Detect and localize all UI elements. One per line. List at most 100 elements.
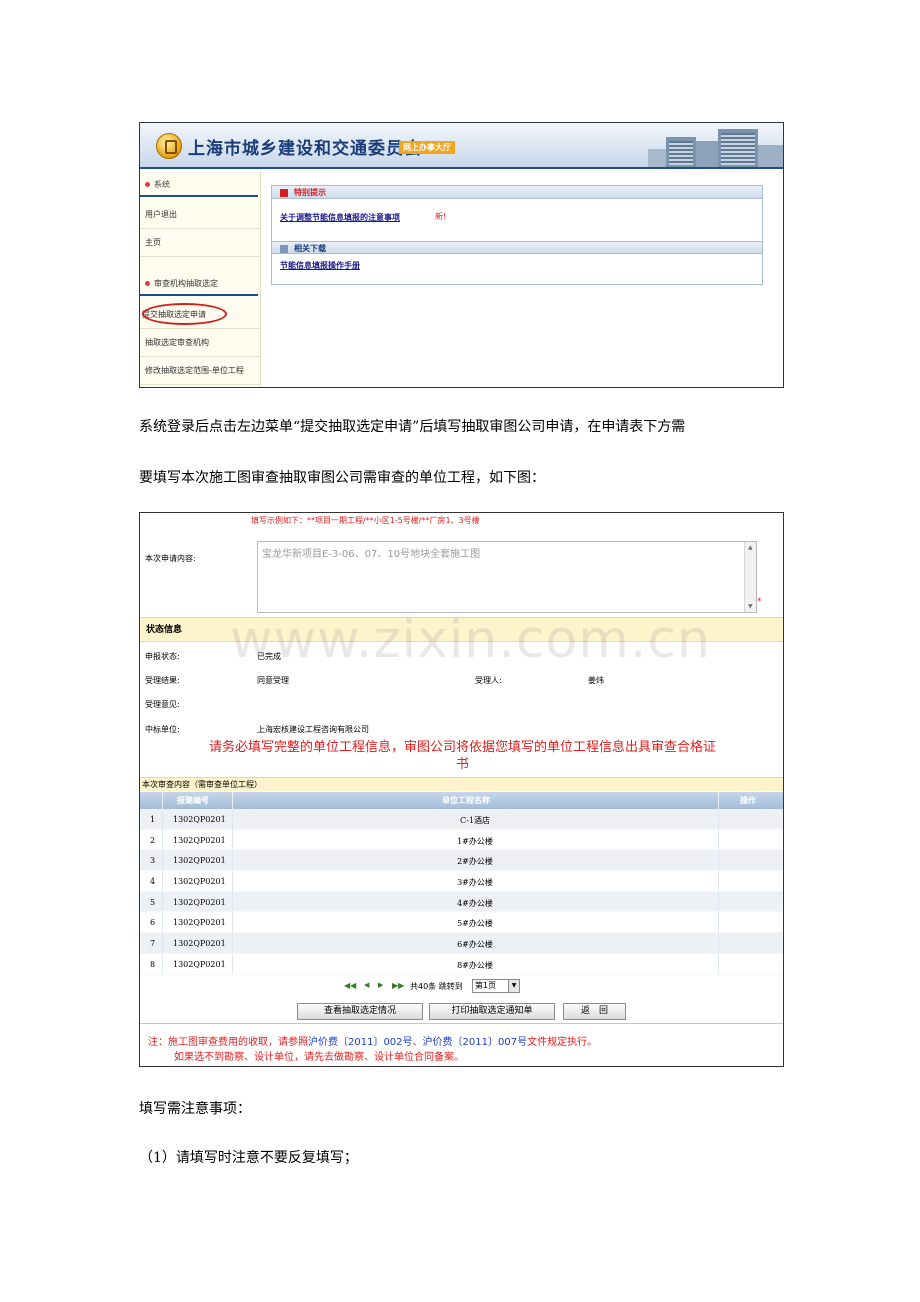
bullet-icon bbox=[145, 182, 150, 187]
paragraph-line: 要填写本次施工图审查抽取审图公司需审查的单位工程，如下图： bbox=[139, 470, 545, 486]
building-skyline-icon bbox=[648, 123, 783, 167]
row-unit-name: 4#办公楼 bbox=[457, 898, 493, 908]
emblem-icon bbox=[156, 133, 182, 159]
row-number: 1 bbox=[150, 815, 156, 824]
sidebar-item-modify-scope[interactable]: 修改抽取选定范围-单位工程 bbox=[140, 357, 261, 385]
bullet-icon bbox=[145, 281, 150, 286]
portal-badge: 网上办事大厅 bbox=[399, 141, 455, 154]
row-code: 1302QP0201 bbox=[173, 856, 226, 866]
opinion-label: 受理意见: bbox=[145, 700, 180, 709]
apply-content-textarea[interactable]: 宝龙华新项目E-3-06、07、10号地块全套施工图 ▲ ▼ bbox=[257, 541, 757, 613]
paragraph-line: 系统登录后点击左边菜单“提交抽取选定申请”后填写抽取审图公司申请，在申请表下方需 bbox=[139, 419, 686, 435]
last-page-icon[interactable]: ▶▶ bbox=[392, 981, 404, 990]
notice-panel-header: 特别提示 bbox=[272, 186, 762, 199]
status-section-title: 状态信息 bbox=[140, 617, 783, 642]
row-number: 5 bbox=[150, 897, 156, 907]
row-code: 1302QP0201 bbox=[173, 939, 226, 949]
warning-line: 请务必填写完整的单位工程信息，审图公司将依据您填写的单位工程信息出具审查合格证 bbox=[208, 740, 716, 755]
result-value: 同意受理 bbox=[257, 676, 289, 685]
row-number: 6 bbox=[150, 918, 156, 928]
arrow-icon bbox=[280, 244, 288, 253]
application-screenshot: 填写示例如下：**项目一期工程/**小区1-5号楼/**厂房1、3号楼 本次申请… bbox=[139, 512, 784, 1067]
row-code: 1302QP0201 bbox=[173, 897, 226, 907]
warning-text: 请务必填写完整的单位工程信息，审图公司将依据您填写的单位工程信息出具审查合格证 … bbox=[140, 739, 783, 773]
download-panel-title: 相关下载 bbox=[294, 244, 326, 253]
row-unit-name: 3#办公楼 bbox=[457, 878, 493, 888]
scroll-down-icon[interactable]: ▼ bbox=[748, 603, 753, 610]
print-notice-button[interactable]: 打印抽取选定通知单 bbox=[429, 1003, 555, 1020]
table-row: 6 1302QP0201 5#办公楼 bbox=[140, 912, 783, 934]
sidebar-header-system: 系统 bbox=[140, 179, 261, 197]
download-link[interactable]: 节能信息填报操作手册 bbox=[280, 260, 360, 271]
sidebar-item-logout[interactable]: 用户退出 bbox=[140, 203, 261, 229]
textarea-scrollbar[interactable]: ▲ ▼ bbox=[744, 542, 756, 612]
required-mark: * bbox=[757, 597, 762, 607]
row-code: 1302QP0201 bbox=[173, 815, 226, 824]
row-unit-name: 2#办公楼 bbox=[457, 857, 493, 867]
download-panel-header: 相关下载 bbox=[272, 241, 762, 254]
sidebar-header-label: 系统 bbox=[154, 180, 170, 189]
arrow-icon bbox=[280, 188, 288, 197]
column-header-name: 单位工程名称 bbox=[442, 796, 490, 805]
table-row: 7 1302QP0201 6#办公楼 bbox=[140, 933, 783, 954]
row-number: 2 bbox=[150, 835, 156, 845]
table-body: 1 1302QP0201 C-1酒店 2 1302QP0201 1#办公楼 3 1302QP0… bbox=[140, 809, 783, 975]
table-row: 3 1302QP0201 2#办公楼 bbox=[140, 850, 783, 872]
row-code: 1302QP0201 bbox=[173, 835, 226, 845]
table-row: 2 1302QP0201 1#办公楼 bbox=[140, 829, 783, 851]
table-row: 4 1302QP0201 3#办公楼 bbox=[140, 871, 783, 892]
apply-content-value: 宝龙华新项目E-3-06、07、10号地块全套施工图 bbox=[262, 549, 481, 560]
row-unit-name: 1#办公楼 bbox=[457, 836, 493, 846]
row-code: 1302QP0201 bbox=[173, 959, 226, 969]
notice-link[interactable]: 关于调整节能信息填报的注意事项 bbox=[280, 212, 400, 223]
status-value: 已完成 bbox=[257, 652, 281, 661]
fee-note-sep: 、 bbox=[412, 1037, 423, 1048]
prev-page-icon[interactable]: ◀ bbox=[364, 981, 369, 989]
sidebar: 系统 用户退出 主页 审查机构抽取选定 提交抽取选定申请 抽取选定审查机构 修改… bbox=[140, 171, 261, 387]
handler-label: 受理人: bbox=[475, 676, 502, 685]
review-section-title: 本次审查内容（需审查单位工程） bbox=[140, 777, 783, 791]
pager: ◀◀ ◀ ▶ ▶▶ 共40条 跳转到 第1页 ▼ bbox=[140, 979, 783, 994]
sidebar-item-home[interactable]: 主页 bbox=[140, 229, 261, 257]
chevron-down-icon[interactable]: ▼ bbox=[508, 980, 519, 992]
pager-text: 共40条 跳转到 bbox=[410, 982, 463, 991]
view-selection-button[interactable]: 查看抽取选定情况 bbox=[297, 1003, 423, 1020]
status-label: 申报状态: bbox=[145, 652, 180, 661]
sidebar-item-select-agency[interactable]: 抽取选定审查机构 bbox=[140, 329, 261, 357]
handler-value: 姜炜 bbox=[588, 676, 604, 685]
unit-project-table: 报建编号 单位工程名称 操作 1 1302QP0201 C-1酒店 2 1302QP02… bbox=[140, 792, 783, 975]
portal-title: 上海市城乡建设和交通委员会 bbox=[188, 139, 422, 159]
column-header-action: 操作 bbox=[740, 796, 756, 805]
fee-note: 注：施工图审查费用的收取，请参照沪价费〔2011〕002号、沪价费〔2011〕0… bbox=[148, 1033, 597, 1048]
fee-note-prefix: 注：施工图审查费用的收取，请参照 bbox=[148, 1037, 308, 1048]
portal-screenshot: 上海市城乡建设和交通委员会 网上办事大厅 系统 用户退出 主页 审查机构抽取选定… bbox=[139, 122, 784, 388]
row-number: 4 bbox=[150, 877, 156, 887]
new-badge: 新! bbox=[435, 212, 447, 221]
first-page-icon[interactable]: ◀◀ bbox=[344, 981, 356, 990]
row-unit-name: C-1酒店 bbox=[460, 816, 490, 825]
table-row: 5 1302QP0201 4#办公楼 bbox=[140, 891, 783, 913]
next-page-icon[interactable]: ▶ bbox=[378, 981, 383, 989]
page-select[interactable]: 第1页 ▼ bbox=[472, 979, 520, 993]
row-unit-name: 5#办公楼 bbox=[457, 919, 493, 929]
portal-banner: 上海市城乡建设和交通委员会 网上办事大厅 bbox=[140, 123, 783, 169]
table-row: 1 1302QP0201 C-1酒店 bbox=[140, 809, 783, 830]
fee-ref-link[interactable]: 沪价费〔2011〕002号 bbox=[308, 1037, 413, 1048]
back-button[interactable]: 返 回 bbox=[563, 1003, 626, 1020]
row-number: 8 bbox=[150, 959, 156, 969]
apply-content-label: 本次申请内容: bbox=[145, 554, 196, 563]
highlight-circle bbox=[142, 303, 227, 325]
example-hint: 填写示例如下：**项目一期工程/**小区1-5号楼/**厂房1、3号楼 bbox=[251, 516, 480, 525]
page-select-value: 第1页 bbox=[475, 981, 497, 990]
notice-panel-title: 特别提示 bbox=[294, 188, 326, 197]
fee-note-suffix: 文件规定执行。 bbox=[527, 1037, 598, 1048]
paragraph-line: 填写需注意事项： bbox=[139, 1101, 251, 1117]
scroll-up-icon[interactable]: ▲ bbox=[748, 544, 753, 551]
filing-note: 如果选不到勘察、设计单位，请先去做勘察、设计单位合同备案。 bbox=[174, 1052, 464, 1063]
fee-ref-link[interactable]: 沪价费〔2011〕007号 bbox=[423, 1037, 528, 1048]
warning-line: 书 bbox=[455, 757, 469, 772]
column-header-code: 报建编号 bbox=[177, 796, 209, 805]
result-label: 受理结果: bbox=[145, 676, 180, 685]
row-code: 1302QP0201 bbox=[173, 877, 226, 887]
row-number: 7 bbox=[150, 939, 156, 949]
